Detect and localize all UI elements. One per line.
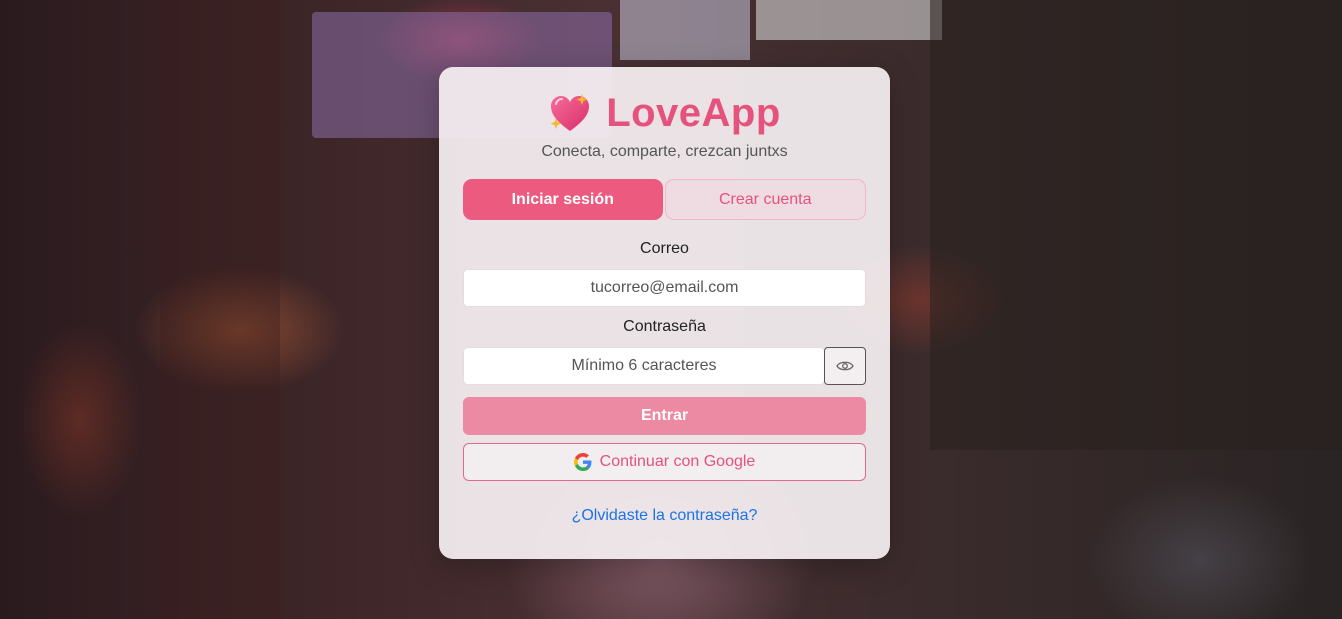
password-field[interactable] (463, 347, 825, 385)
login-button[interactable]: Entrar (463, 397, 866, 435)
app-title: LoveApp (606, 91, 781, 135)
background-storefront (160, 0, 280, 619)
tab-register[interactable]: Crear cuenta (664, 179, 866, 220)
email-field[interactable] (463, 269, 866, 307)
app-tagline: Conecta, comparte, crezcan juntxs (541, 143, 788, 160)
toggle-password-button[interactable] (824, 347, 866, 385)
google-signin-button[interactable]: Continuar con Google (463, 443, 866, 481)
tab-login[interactable]: Iniciar sesión (463, 179, 663, 220)
background-sign (756, 0, 942, 40)
sparkling-heart-icon (550, 93, 590, 131)
forgot-password-link[interactable]: ¿Olvidaste la contraseña? (439, 507, 890, 525)
auth-tabs: Iniciar sesión Crear cuenta (463, 179, 866, 220)
password-label: Contraseña (623, 318, 706, 335)
eye-icon (836, 361, 854, 371)
background-sign (620, 0, 750, 60)
google-signin-label: Continuar con Google (599, 453, 756, 470)
email-label: Correo (640, 240, 689, 257)
login-card: LoveApp Conecta, comparte, crezcan juntx… (439, 67, 890, 559)
brand-header: LoveApp (439, 91, 890, 136)
background-building (930, 0, 1342, 450)
google-icon (573, 453, 592, 471)
